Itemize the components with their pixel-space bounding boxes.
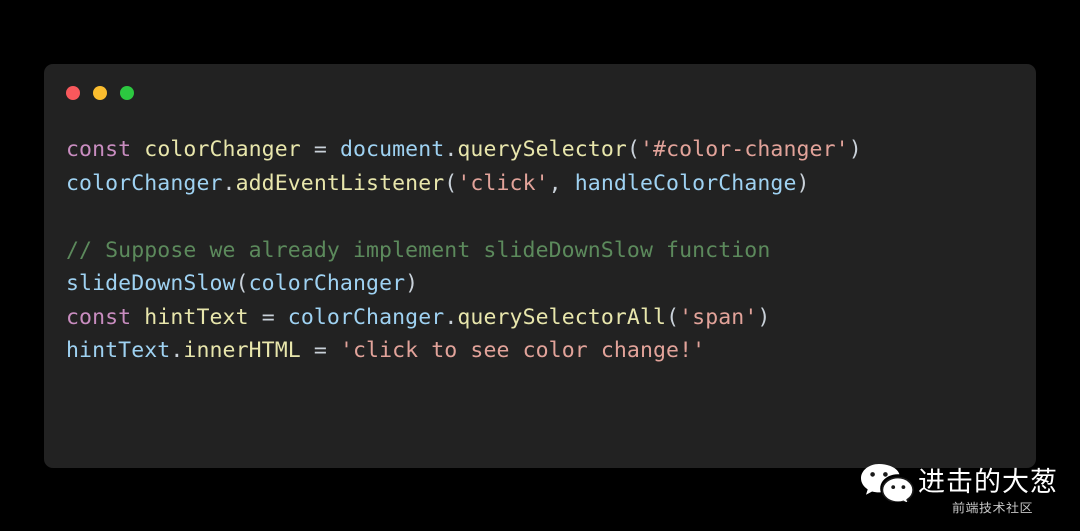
code-token: . <box>444 304 458 330</box>
code-token: . <box>444 137 458 162</box>
code-token: ( <box>626 137 640 162</box>
code-token: colorChanger <box>144 137 301 162</box>
code-token: hintText <box>144 304 249 330</box>
code-line: const colorChanger = document.querySelec… <box>66 133 1026 167</box>
code-token: document <box>339 137 445 162</box>
code-token: ( <box>444 170 458 196</box>
code-token: const <box>66 137 132 162</box>
code-token: 'span' <box>679 304 758 330</box>
code-token: = <box>313 338 327 363</box>
code-token: = <box>261 304 275 330</box>
code-line: const hintText = colorChanger.querySelec… <box>66 301 1026 335</box>
code-token: colorChanger <box>287 304 445 330</box>
code-token: ) <box>796 170 810 196</box>
code-editor-window: const colorChanger = document.querySelec… <box>44 64 1036 468</box>
code-token: 'click' <box>457 170 549 196</box>
code-token: ) <box>405 271 419 296</box>
maximize-window-button[interactable] <box>120 86 134 100</box>
code-line: colorChanger.addEventListener('click', h… <box>66 167 1026 201</box>
watermark-subtitle: 前端技术社区 <box>952 501 1034 516</box>
window-titlebar <box>66 86 134 100</box>
code-token: colorChanger <box>66 170 223 196</box>
code-token: ) <box>757 304 771 330</box>
code-token: hintText <box>66 338 171 363</box>
code-token: ( <box>235 271 249 296</box>
code-token: handleColorChange <box>574 170 797 196</box>
code-token: slideDownSlow <box>66 271 236 296</box>
code-token: const <box>66 304 132 330</box>
code-token: colorChanger <box>248 271 406 296</box>
code-content[interactable]: const colorChanger = document.querySelec… <box>66 133 1026 368</box>
code-line: hintText.innerHTML = 'click to see color… <box>66 334 1026 368</box>
code-token: '#color-changer' <box>639 137 849 162</box>
code-token: = <box>313 137 327 162</box>
code-line: slideDownSlow(colorChanger) <box>66 267 1026 301</box>
code-token: addEventListener <box>235 170 445 196</box>
watermark: 进击的大葱 前端技术社区 <box>855 456 1080 531</box>
code-token: // Suppose we already implement slideDow… <box>66 237 771 263</box>
watermark-title: 进击的大葱 <box>918 467 1058 498</box>
code-token: innerHTML <box>183 338 301 363</box>
wechat-icon <box>861 464 914 502</box>
code-token: ( <box>666 304 680 330</box>
code-token: , <box>548 170 562 196</box>
code-token: 'click to see color change!' <box>339 338 706 363</box>
minimize-window-button[interactable] <box>93 86 107 100</box>
code-token: querySelector <box>457 137 627 162</box>
code-token: ) <box>848 137 862 162</box>
close-window-button[interactable] <box>66 86 80 100</box>
code-token: . <box>170 338 184 363</box>
code-token: querySelectorAll <box>457 304 667 330</box>
code-line: // Suppose we already implement slideDow… <box>66 234 1026 268</box>
code-token: . <box>222 170 236 196</box>
